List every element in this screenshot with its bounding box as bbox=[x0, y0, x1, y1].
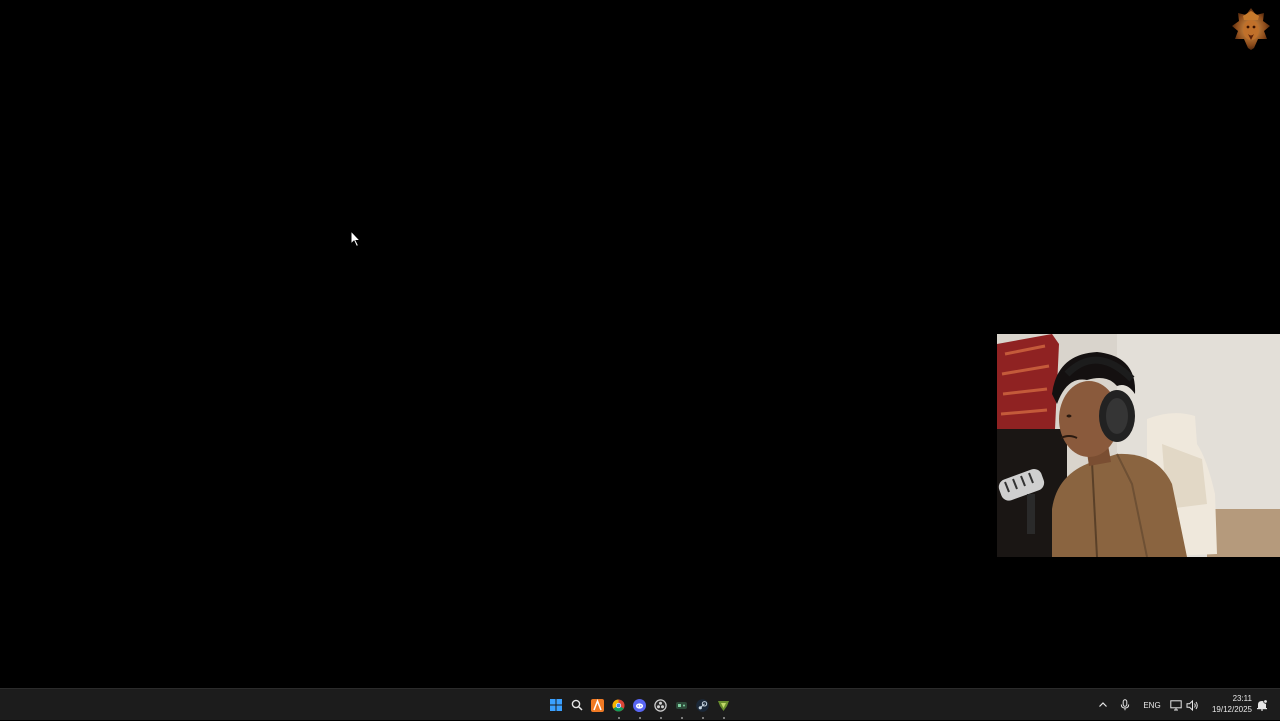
steam-icon bbox=[696, 698, 709, 712]
windows-start-icon bbox=[549, 699, 562, 711]
taskbar-search-button[interactable] bbox=[566, 689, 587, 721]
chevron-up-icon bbox=[1099, 702, 1107, 707]
running-indicator bbox=[680, 717, 683, 719]
taskbar: ENG 23:11 19/12/2025 bbox=[0, 688, 1280, 720]
discord-icon bbox=[633, 698, 646, 712]
volume-icon bbox=[1186, 699, 1198, 711]
taskbar-steam[interactable] bbox=[692, 689, 713, 721]
green-app-icon bbox=[718, 700, 729, 711]
running-indicator bbox=[638, 717, 641, 719]
clock-time: 23:11 bbox=[1232, 694, 1252, 703]
taskbar-obs[interactable] bbox=[650, 689, 671, 721]
mouse-cursor-icon bbox=[350, 229, 362, 248]
taskbar-pinned-apps bbox=[545, 689, 734, 721]
notifications-button[interactable] bbox=[1256, 689, 1268, 721]
taskbar-discord[interactable] bbox=[629, 689, 650, 721]
running-indicator bbox=[659, 717, 662, 719]
microphone-tray-button[interactable] bbox=[1120, 689, 1130, 721]
search-icon bbox=[571, 699, 583, 711]
network-icon bbox=[1170, 699, 1182, 710]
taskbar-chrome[interactable] bbox=[608, 689, 629, 721]
taskbar-green-app[interactable] bbox=[713, 689, 734, 721]
clock-date: 19/12/2025 bbox=[1211, 705, 1252, 714]
running-indicator bbox=[701, 717, 704, 719]
running-indicator bbox=[617, 717, 620, 719]
obs-icon bbox=[654, 698, 667, 712]
running-indicator bbox=[722, 717, 725, 719]
taskbar-orange-app[interactable] bbox=[587, 689, 608, 721]
microphone-icon bbox=[1120, 699, 1130, 711]
webcam-overlay bbox=[997, 334, 1280, 557]
chrome-icon bbox=[612, 698, 625, 712]
language-indicator[interactable]: ENG bbox=[1140, 689, 1164, 721]
show-hidden-icons-button[interactable] bbox=[1098, 689, 1108, 721]
network-tray-button[interactable] bbox=[1170, 689, 1182, 721]
taskbar-clock[interactable]: 23:11 19/12/2025 bbox=[1204, 693, 1252, 715]
windows-start-button[interactable] bbox=[545, 689, 566, 721]
game-app-icon bbox=[676, 701, 687, 709]
orange-app-icon bbox=[591, 698, 604, 712]
taskbar-game-app[interactable] bbox=[671, 689, 692, 721]
language-label: ENG bbox=[1143, 700, 1161, 710]
volume-tray-button[interactable] bbox=[1186, 689, 1199, 721]
lion-logo bbox=[1230, 6, 1272, 52]
notification-bell-icon bbox=[1257, 699, 1268, 711]
